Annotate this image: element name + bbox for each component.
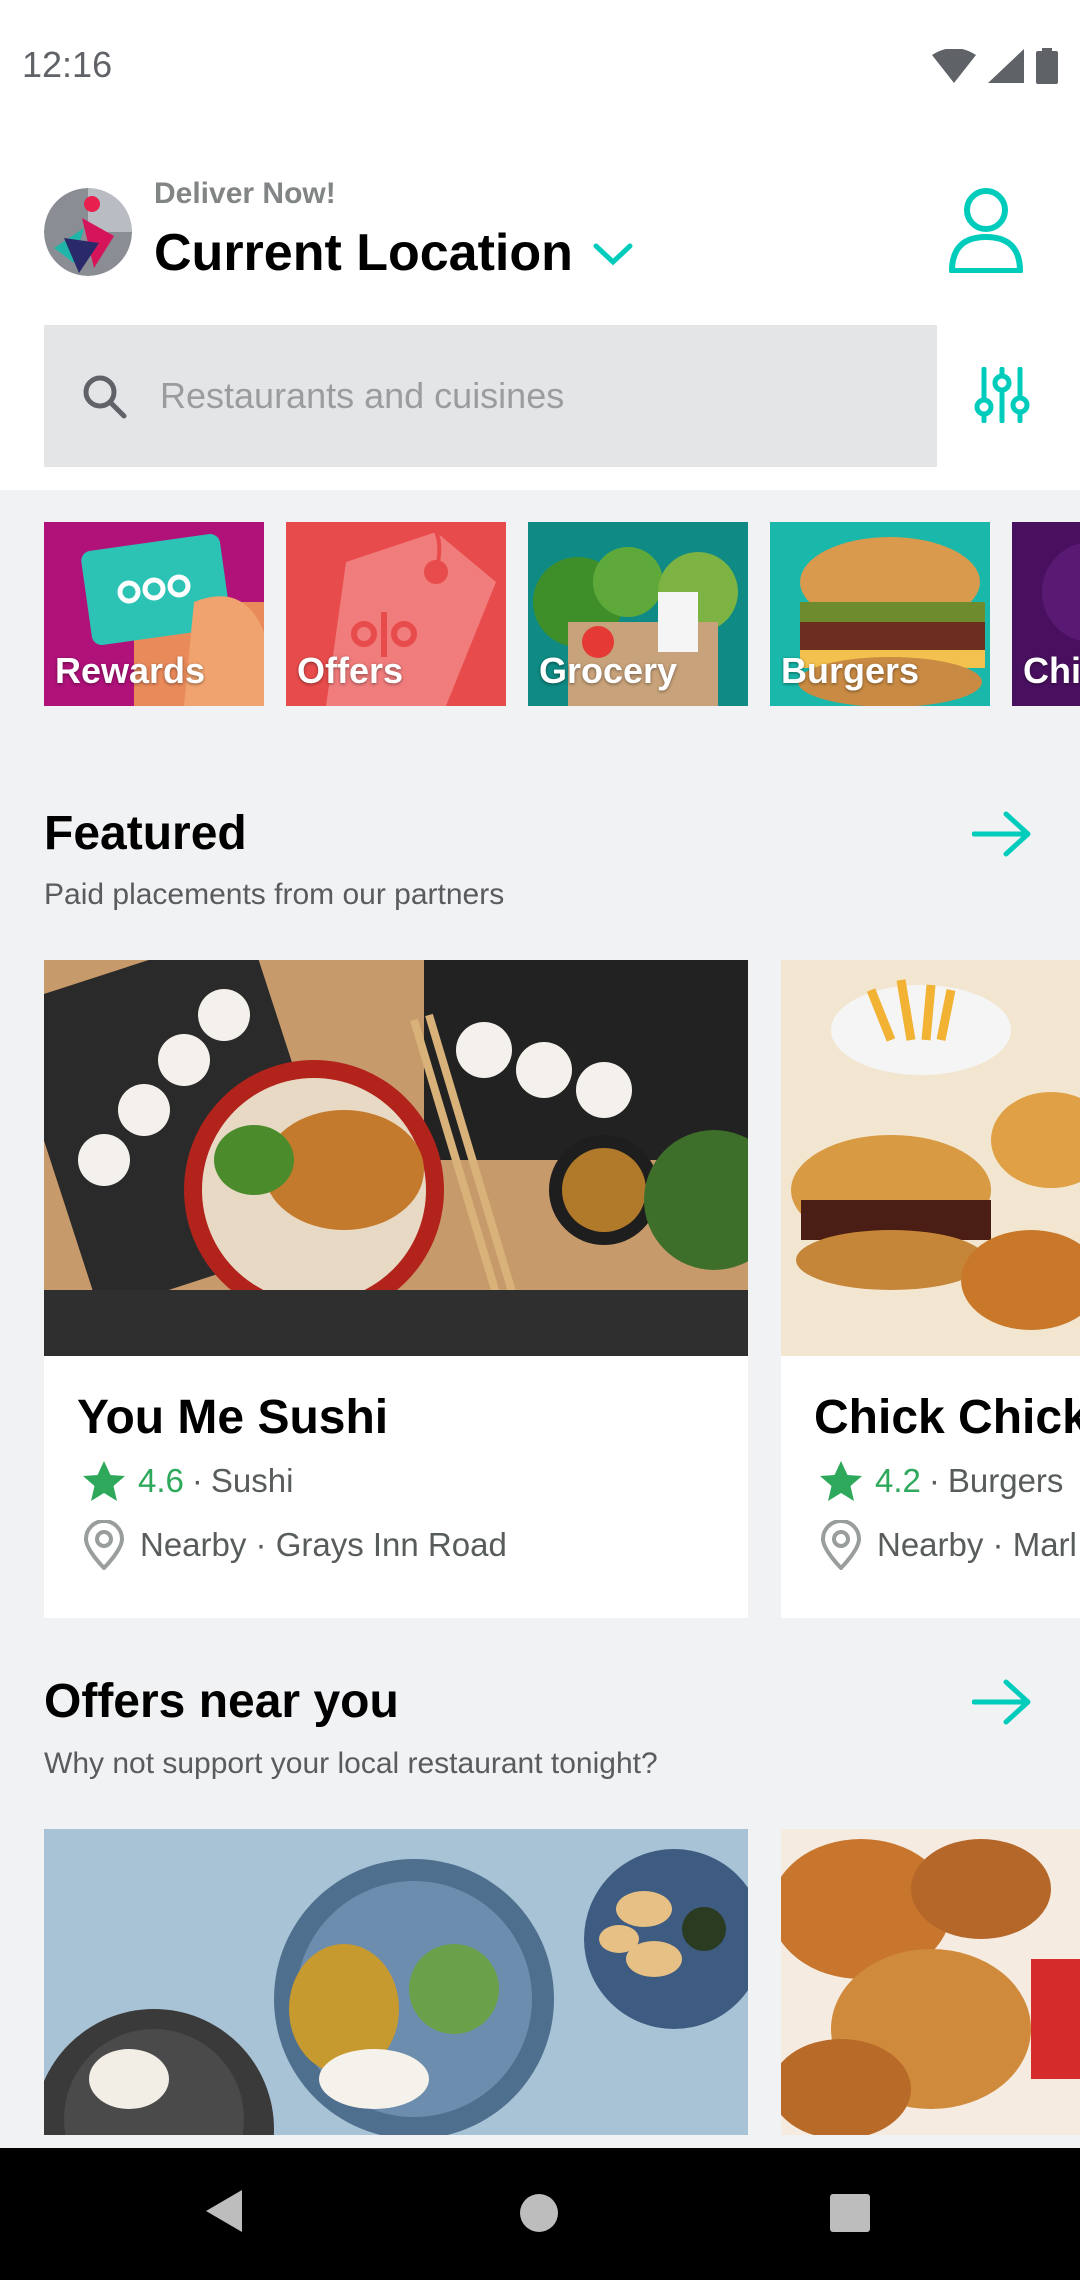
filter-icon[interactable] — [974, 367, 1030, 423]
category-label: Chi — [1023, 650, 1080, 691]
location-row: Nearby · Grays Inn Road — [82, 1520, 507, 1570]
home-icon[interactable] — [519, 2193, 559, 2233]
app-header: Deliver Now! Current Location Restaurant… — [0, 135, 1080, 490]
cuisine-label: Sushi — [210, 1462, 294, 1499]
rating-value: 4.6 — [138, 1462, 184, 1499]
arrow-right-icon[interactable] — [972, 810, 1032, 858]
category-offers[interactable]: Offers — [286, 522, 506, 706]
location-pin-icon — [820, 1520, 862, 1570]
chevron-down-icon — [593, 243, 633, 266]
search-bar[interactable]: Restaurants and cuisines — [44, 325, 937, 467]
category-rewards[interactable]: Rewards — [44, 522, 264, 706]
star-icon — [83, 1461, 125, 1501]
category-label: Grocery — [539, 650, 678, 691]
status-time: 12:16 — [22, 44, 113, 85]
rating-value: 4.2 — [875, 1462, 921, 1499]
rating-row: 4.2 · Burgers — [819, 1460, 1063, 1502]
rating-row: 4.6 · Sushi — [82, 1460, 293, 1502]
restaurant-image — [44, 960, 748, 1356]
deliver-now-label: Deliver Now! — [154, 177, 336, 210]
status-bar: 12:16 — [0, 0, 1080, 135]
featured-title: Featured — [44, 807, 247, 860]
location-title: Current Location — [154, 224, 573, 282]
restaurant-location: Nearby · Marl — [877, 1526, 1077, 1563]
brand-avatar[interactable] — [44, 188, 132, 276]
back-icon[interactable] — [204, 2188, 244, 2234]
category-label: Offers — [297, 650, 404, 691]
battery-icon — [1036, 48, 1058, 84]
cuisine-label: Burgers — [947, 1462, 1064, 1499]
restaurant-name: Chick Chick — [814, 1391, 1080, 1444]
location-selector[interactable]: Current Location — [154, 223, 633, 283]
offer-image — [44, 1829, 748, 2135]
restaurant-card[interactable]: Chick Chick 4.2 · Burgers Nearby · Marl — [781, 960, 1080, 1618]
restaurant-location: Nearby · Grays Inn Road — [140, 1526, 507, 1563]
star-icon — [820, 1461, 862, 1501]
location-row: Nearby · Marl — [819, 1520, 1077, 1570]
search-placeholder: Restaurants and cuisines — [160, 375, 565, 416]
wifi-icon — [932, 49, 976, 83]
system-nav-bar — [0, 2148, 1080, 2280]
search-icon — [83, 375, 127, 419]
category-burgers[interactable]: Burgers — [770, 522, 990, 706]
restaurant-card[interactable]: You Me Sushi 4.6 · Sushi Nearby · Grays … — [44, 960, 748, 1618]
separator-dot: · — [928, 1462, 940, 1499]
category-chicken[interactable]: Chi — [1012, 522, 1080, 706]
offers-title: Offers near you — [44, 1675, 399, 1728]
restaurant-name: You Me Sushi — [77, 1391, 389, 1444]
offer-card[interactable] — [44, 1829, 748, 2135]
arrow-right-icon[interactable] — [972, 1678, 1032, 1726]
category-label: Burgers — [781, 650, 920, 691]
category-carousel[interactable]: Rewards Offers Grocery Burgers Chi — [0, 522, 1080, 706]
category-grocery[interactable]: Grocery — [528, 522, 748, 706]
recent-apps-icon[interactable] — [829, 2193, 871, 2233]
status-icons — [932, 48, 1058, 84]
offer-card[interactable] — [781, 1829, 1080, 2135]
signal-icon — [988, 49, 1024, 83]
featured-subtitle: Paid placements from our partners — [44, 878, 505, 911]
account-icon[interactable] — [948, 187, 1024, 273]
offers-subtitle: Why not support your local restaurant to… — [44, 1747, 658, 1780]
separator-dot: · — [191, 1462, 203, 1499]
restaurant-image — [781, 960, 1080, 1356]
location-pin-icon — [83, 1520, 125, 1570]
offer-image — [781, 1829, 1080, 2135]
category-label: Rewards — [55, 650, 206, 691]
